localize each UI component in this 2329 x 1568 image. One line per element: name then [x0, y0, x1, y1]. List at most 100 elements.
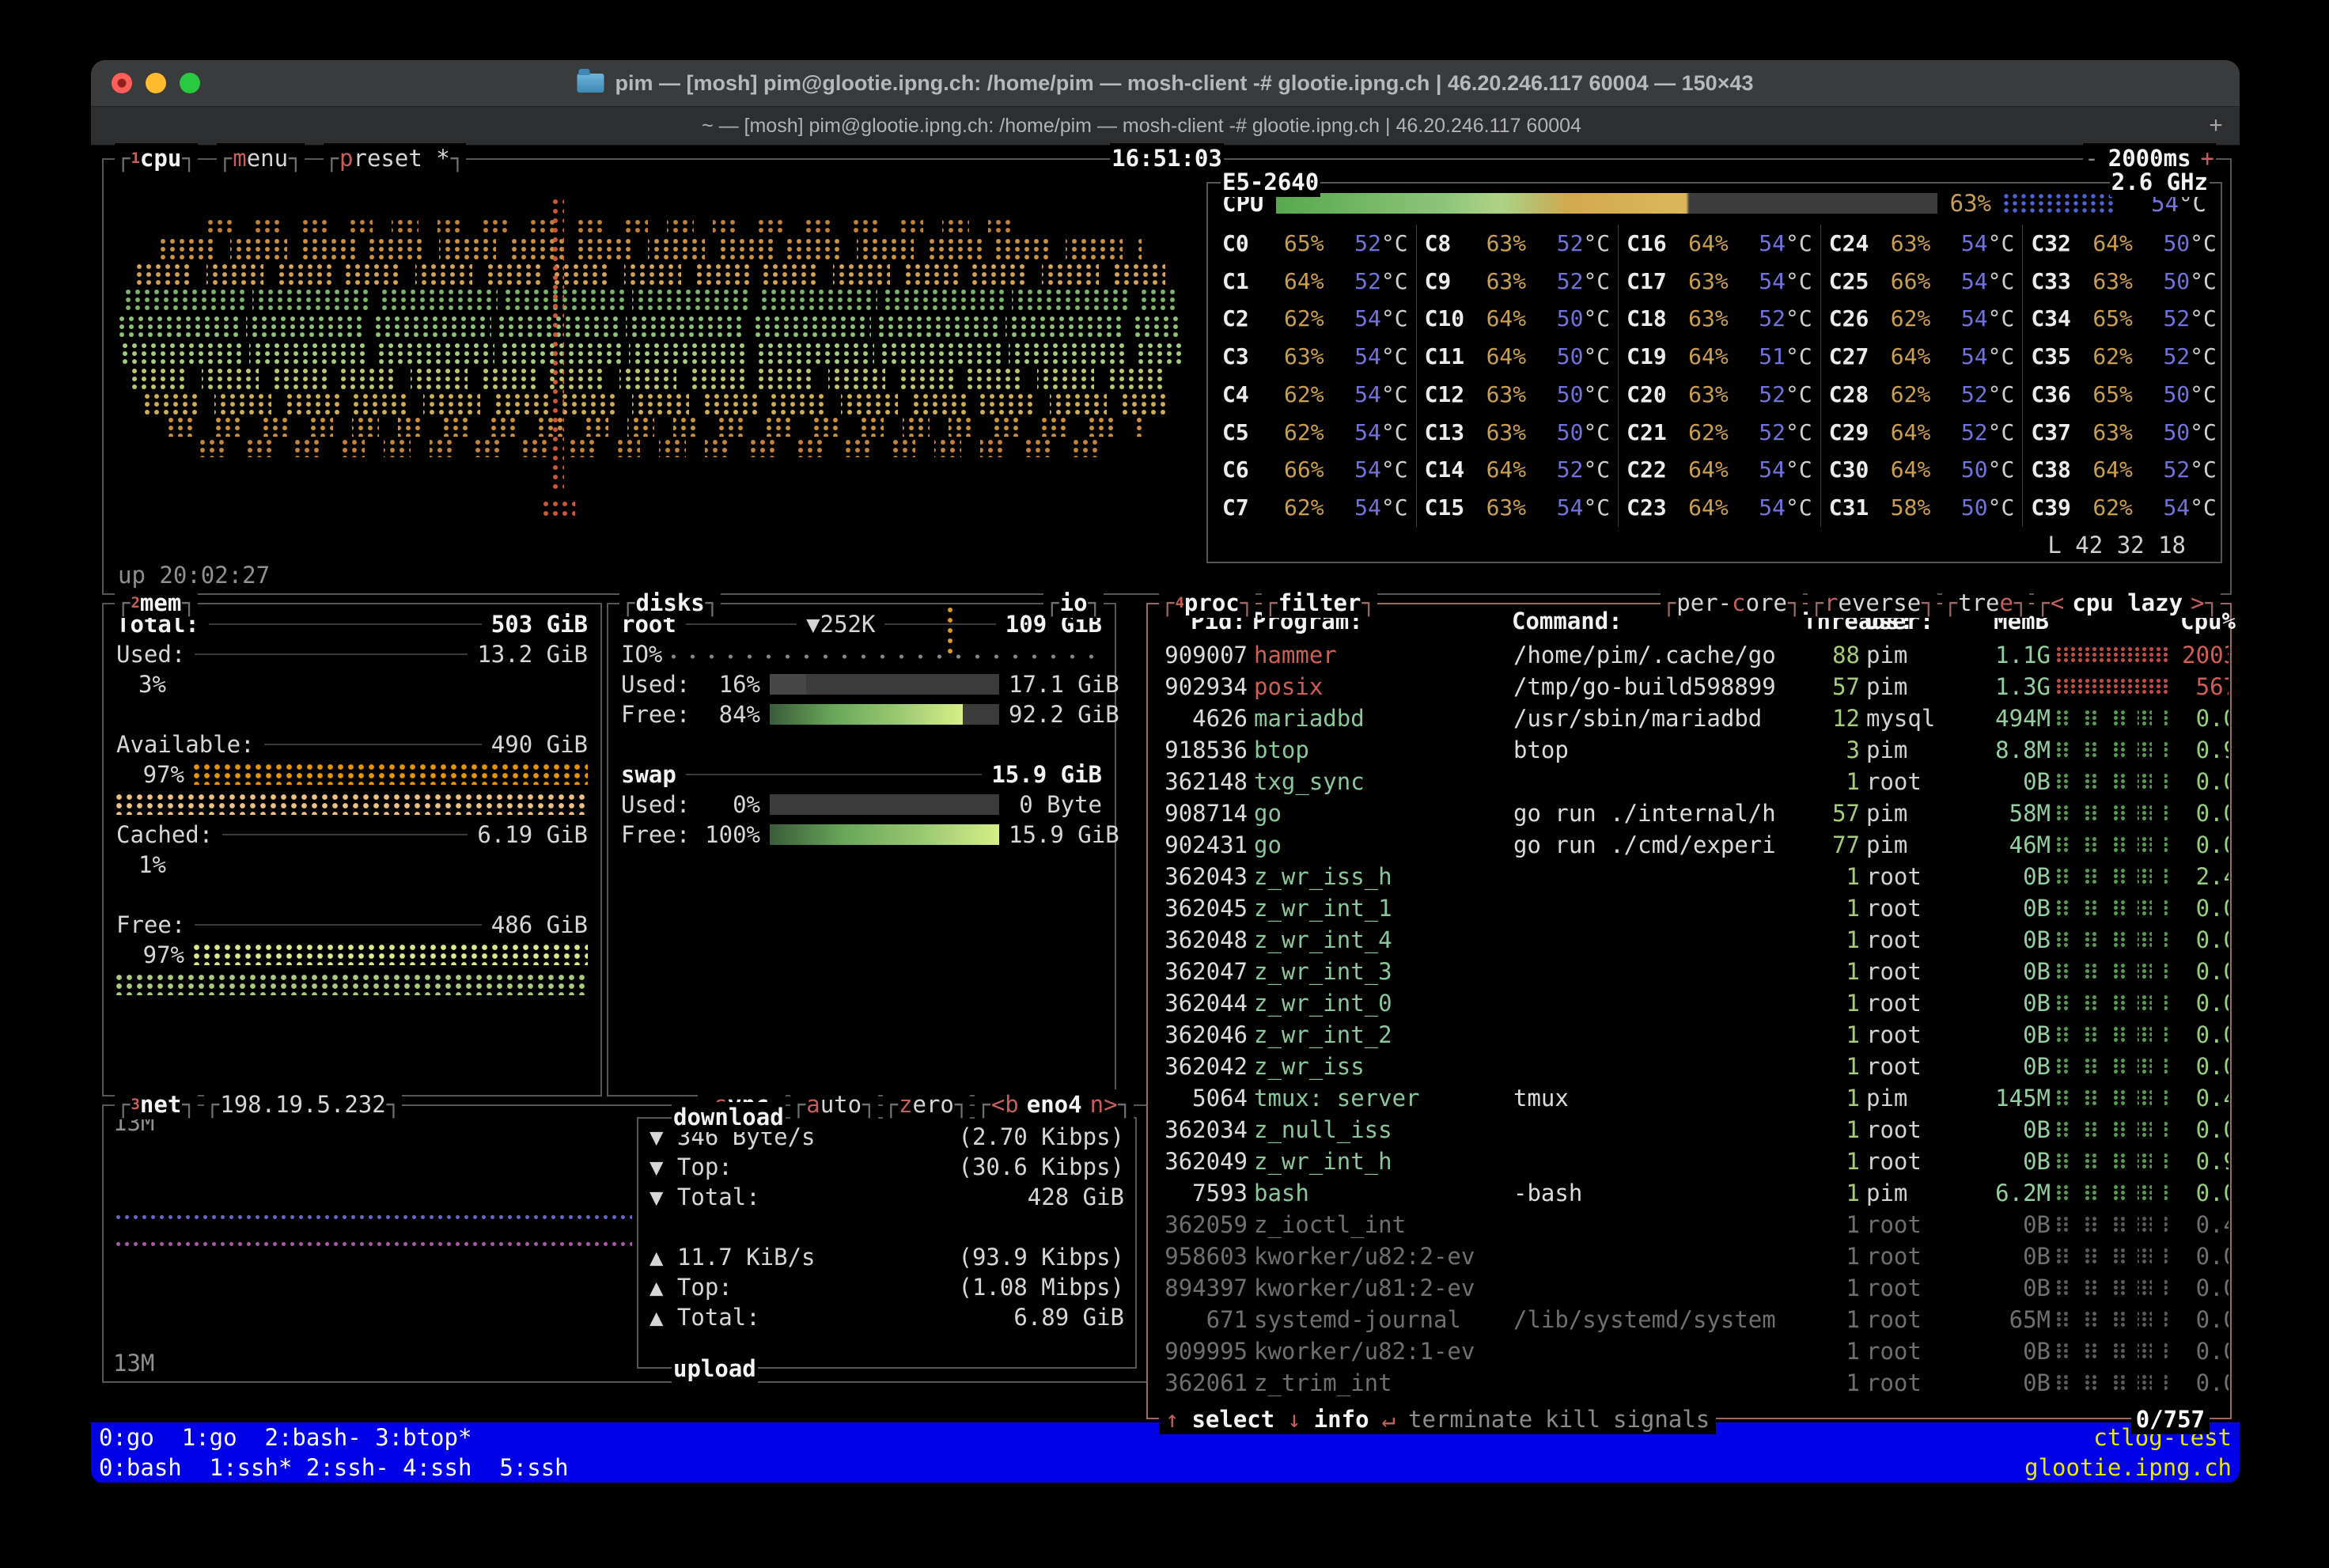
process-row[interactable]: 362061 z_trim_int 1 root 0B 0.0: [1149, 1367, 2229, 1399]
core-cell: C0 65% 52°C: [1214, 225, 1416, 263]
close-button[interactable]: [112, 73, 132, 93]
process-row[interactable]: 902431 go go run ./cmd/experi 77 pim 46M…: [1149, 829, 2229, 861]
process-row[interactable]: 908714 go go run ./internal/h 57 pim 58M…: [1149, 797, 2229, 829]
process-user: root: [1866, 1273, 1965, 1303]
process-cpu-percent: 0.0: [2174, 1368, 2229, 1398]
core-cell: C4 62% 54°C: [1214, 376, 1416, 414]
sort-mode-switcher[interactable]: <cpu lazy>: [2034, 588, 2221, 618]
swap-used-row: Used:0% 0 Byte: [621, 790, 1102, 820]
auto-button[interactable]: auto: [790, 1089, 878, 1119]
process-row[interactable]: 362059 z_ioctl_int 1 root 0B 0.4: [1149, 1209, 2229, 1240]
process-row[interactable]: 909995 kworker/u82:1-ev 1 root 0B 0.0: [1149, 1335, 2229, 1367]
process-command: go run ./cmd/experi: [1513, 830, 1798, 860]
kill-button[interactable]: kill: [1545, 1404, 1600, 1434]
core-cell: C33 63% 50°C: [2022, 263, 2225, 301]
core-name: C6: [1222, 455, 1279, 485]
net-scale-bottom: 13M: [113, 1348, 154, 1378]
filter-button[interactable]: filter: [1262, 588, 1377, 618]
mem-box-title: 2mem: [115, 588, 198, 618]
process-program: txg_sync: [1254, 767, 1507, 797]
process-row[interactable]: 362047 z_wr_int_3 1 root 0B 0.0: [1149, 956, 2229, 987]
process-row[interactable]: 918536 btop btop 3 pim 8.8M 0.9: [1149, 734, 2229, 766]
select-up-arrow[interactable]: ↑: [1165, 1404, 1179, 1434]
process-cpu-meter: [2057, 710, 2168, 726]
core-cell: C12 63% 50°C: [1416, 376, 1619, 414]
core-temp: 52°C: [1935, 380, 2014, 410]
process-row[interactable]: 7593 bash -bash 1 pim 6.2M 0.0: [1149, 1177, 2229, 1209]
process-user: root: [1866, 862, 1965, 892]
process-command: /lib/systemd/system: [1513, 1305, 1798, 1335]
signals-button[interactable]: signals: [1613, 1404, 1710, 1434]
cpu-total-row: CPU 63% 54°C: [1214, 187, 2214, 220]
core-name: C38: [2031, 455, 2088, 485]
zero-button[interactable]: zero: [883, 1089, 971, 1119]
process-cpu-percent: 0.9: [2174, 1146, 2229, 1176]
core-cell: C23 64% 54°C: [1618, 489, 1820, 527]
process-row[interactable]: 362048 z_wr_int_4 1 root 0B 0.0: [1149, 924, 2229, 956]
per-core-toggle[interactable]: per-core: [1661, 588, 1804, 618]
interval-decrease-button[interactable]: -: [2085, 143, 2098, 173]
core-usage: 62%: [1284, 380, 1324, 410]
disk-root-free-row: Free:84% 92.2 GiB: [621, 699, 1102, 729]
process-program: z_wr_int_3: [1254, 956, 1507, 987]
core-name: C4: [1222, 380, 1279, 410]
title-bar[interactable]: pim — [mosh] pim@glootie.ipng.ch: /home/…: [91, 60, 2240, 107]
menu-button[interactable]: menu: [217, 143, 305, 173]
core-temp: 50°C: [2138, 229, 2217, 259]
process-program: z_ioctl_int: [1254, 1210, 1507, 1240]
core-temp: 54°C: [1733, 455, 1812, 485]
process-program: z_wr_iss_h: [1254, 862, 1507, 892]
process-row[interactable]: 362043 z_wr_iss_h 1 root 0B 2.4: [1149, 861, 2229, 892]
process-row[interactable]: 894397 kworker/u81:2-ev 1 root 0B 0.0: [1149, 1272, 2229, 1304]
process-cpu-percent: 0.0: [2174, 1020, 2229, 1050]
process-row[interactable]: 671 systemd-journal /lib/systemd/system …: [1149, 1304, 2229, 1335]
process-user: root: [1866, 767, 1965, 797]
process-row[interactable]: 362148 txg_sync 1 root 0B 0.0: [1149, 766, 2229, 797]
info-hint[interactable]: info: [1314, 1404, 1369, 1434]
core-usage: 62%: [1891, 304, 1931, 334]
io-toggle-button[interactable]: io: [1043, 588, 1104, 618]
process-threads: 1: [1805, 988, 1860, 1018]
core-name: C36: [2031, 380, 2088, 410]
core-cell: C28 62% 52°C: [1820, 376, 2023, 414]
cpu-temp-graph: [2004, 194, 2115, 213]
process-row[interactable]: 362049 z_wr_int_h 1 root 0B 0.9: [1149, 1146, 2229, 1177]
core-cell: C35 62% 52°C: [2022, 338, 2225, 376]
select-hint[interactable]: select: [1191, 1404, 1274, 1434]
process-row[interactable]: 362042 z_wr_iss 1 root 0B 0.0: [1149, 1051, 2229, 1082]
new-tab-button[interactable]: +: [2192, 112, 2240, 139]
process-row[interactable]: 362045 z_wr_int_1 1 root 0B 0.0: [1149, 892, 2229, 924]
process-pid: 909995: [1154, 1336, 1248, 1366]
core-temp: 50°C: [1935, 493, 2014, 523]
process-row[interactable]: 902934 posix /tmp/go-build598899 57 pim …: [1149, 671, 2229, 703]
process-row[interactable]: 4626 mariadbd /usr/sbin/mariadbd 12 mysq…: [1149, 703, 2229, 734]
disk-free-bar: [770, 704, 999, 725]
cpu-panel: 1cpu menu preset * 16:51:03 - 2000ms +: [102, 158, 2232, 595]
process-user: root: [1866, 1336, 1965, 1366]
process-row[interactable]: 362044 z_wr_int_0 1 root 0B 0.0: [1149, 987, 2229, 1019]
minimize-button[interactable]: [146, 73, 166, 93]
select-down-arrow[interactable]: ↓: [1287, 1404, 1301, 1434]
preset-button[interactable]: preset *: [324, 143, 467, 173]
process-threads: 1: [1805, 1336, 1860, 1366]
reverse-toggle[interactable]: reverse: [1808, 588, 1937, 618]
core-temp: 50°C: [1531, 342, 1610, 372]
core-usage: 65%: [1284, 229, 1324, 259]
zoom-button[interactable]: [180, 73, 200, 93]
process-row[interactable]: 958603 kworker/u82:2-ev 1 root 0B 0.0: [1149, 1240, 2229, 1272]
process-row[interactable]: 362046 z_wr_int_2 1 root 0B 0.0: [1149, 1019, 2229, 1051]
process-memory: 0B: [1971, 1146, 2051, 1176]
process-row[interactable]: 362034 z_null_iss 1 root 0B 0.0: [1149, 1114, 2229, 1146]
core-cell: C14 64% 52°C: [1416, 452, 1619, 490]
core-cell: C39 62% 54°C: [2022, 489, 2225, 527]
process-threads: 1: [1805, 1115, 1860, 1145]
interface-switcher[interactable]: <beno4n>: [975, 1089, 1134, 1119]
process-row[interactable]: 5064 tmux: server tmux 1 pim 145M 0.4: [1149, 1082, 2229, 1114]
core-cell: C13 63% 50°C: [1416, 414, 1619, 452]
core-temp: 54°C: [1329, 418, 1408, 448]
terminate-button[interactable]: terminate: [1408, 1404, 1532, 1434]
tab-title[interactable]: ~ — [mosh] pim@glootie.ipng.ch: /home/pi…: [91, 115, 2192, 138]
tree-toggle[interactable]: tree: [1942, 588, 2030, 618]
process-row[interactable]: 909007 hammer /home/pim/.cache/go 88 pim…: [1149, 639, 2229, 671]
process-threads: 1: [1805, 1210, 1860, 1240]
